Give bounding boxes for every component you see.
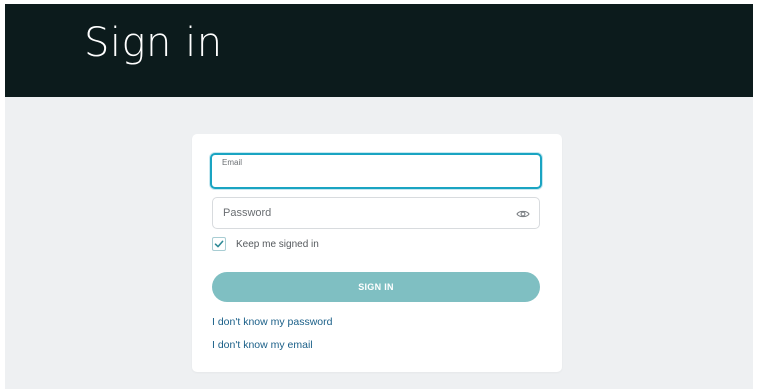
keep-signed-in-row: Keep me signed in	[212, 236, 319, 252]
email-label: Email	[222, 158, 243, 167]
email-field[interactable]: Email	[210, 153, 542, 189]
keep-signed-in-checkbox[interactable]	[212, 237, 226, 251]
page-header: Sign in	[5, 4, 753, 97]
email-input[interactable]	[221, 169, 521, 183]
password-field[interactable]	[212, 197, 540, 229]
sign-in-card: Email Keep me signed in SIGN IN I don't …	[192, 134, 562, 372]
forgot-password-link[interactable]: I don't know my password	[212, 316, 332, 328]
forgot-email-link[interactable]: I don't know my email	[212, 339, 313, 351]
password-input[interactable]	[223, 205, 503, 221]
keep-signed-in-label: Keep me signed in	[236, 238, 319, 250]
page-title: Sign in	[84, 20, 223, 66]
sign-in-button[interactable]: SIGN IN	[212, 272, 540, 302]
page-frame: Sign in Email Keep me signed in SIGN IN …	[5, 4, 753, 389]
checkmark-icon	[214, 240, 224, 248]
eye-icon[interactable]	[516, 207, 530, 219]
